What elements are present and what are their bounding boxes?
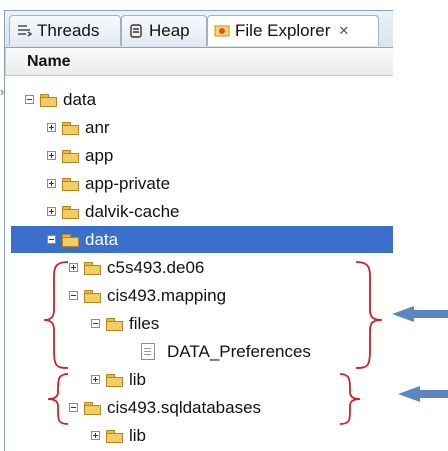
left-brace-lower — [47, 373, 69, 425]
right-brace-upper — [355, 261, 383, 369]
arrow-shaft — [412, 310, 448, 318]
arrow-left-icon — [398, 386, 448, 402]
right-brace-lower — [339, 373, 361, 425]
left-brace-upper — [43, 261, 69, 369]
arrow-head — [392, 306, 414, 322]
arrow-shaft — [418, 390, 448, 398]
arrow-head — [398, 386, 420, 402]
annotation-overlay — [43, 261, 383, 425]
arrow-left-icon — [392, 306, 448, 322]
